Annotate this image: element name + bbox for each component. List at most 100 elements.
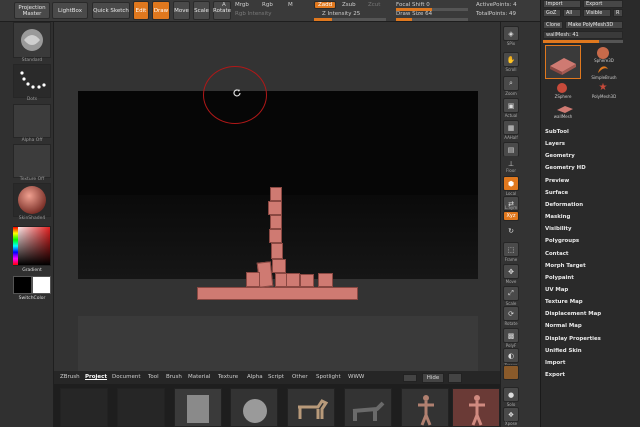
menu-item[interactable]: Visibility <box>545 226 571 232</box>
menu-item[interactable]: Import <box>545 360 565 366</box>
xpose-button[interactable]: ❖ <box>503 407 519 422</box>
menu-item[interactable]: Masking <box>545 214 570 220</box>
scroll-button[interactable]: ✋ <box>503 52 519 67</box>
m-button[interactable]: M <box>288 2 293 8</box>
tab-other[interactable]: Other <box>292 374 308 380</box>
zadd-button[interactable]: Zadd <box>314 1 336 9</box>
draw-size-track[interactable] <box>396 18 468 21</box>
tab-script[interactable]: Script <box>268 374 284 380</box>
menu-item[interactable]: Surface <box>545 190 568 196</box>
tab-tool[interactable]: Tool <box>148 374 159 380</box>
project-thumb-sphere[interactable] <box>230 388 278 427</box>
material-thumbnail[interactable] <box>13 183 51 217</box>
menu-item[interactable]: Geometry HD <box>545 165 586 171</box>
z-intensity-track[interactable] <box>314 18 386 21</box>
zcut-button[interactable]: Zcut <box>368 2 380 8</box>
project-thumb-empty[interactable] <box>60 388 108 427</box>
tab-brush[interactable]: Brush <box>166 374 182 380</box>
menu-item[interactable]: Preview <box>545 178 569 184</box>
menu-item[interactable]: Contact <box>545 251 568 257</box>
tab-document[interactable]: Document <box>112 374 141 380</box>
project-thumb-plane[interactable] <box>174 388 222 427</box>
lightbox-button[interactable]: LightBox <box>52 2 88 19</box>
clone-button[interactable]: Clone <box>543 21 563 29</box>
menu-item[interactable]: Unified Skin <box>545 348 582 354</box>
menu-item[interactable]: Polygroups <box>545 238 579 244</box>
color-picker[interactable] <box>13 226 51 266</box>
menu-item[interactable]: UV Map <box>545 287 568 293</box>
menu-item[interactable]: Normal Map <box>545 323 582 329</box>
polymesh-star-icon[interactable]: ★ <box>596 82 610 94</box>
local-button[interactable]: ⬢ <box>503 176 519 191</box>
draw-size-slider[interactable]: Draw Size 64 <box>396 11 432 17</box>
tab-texture[interactable]: Texture <box>218 374 238 380</box>
all-button[interactable]: All <box>563 9 581 17</box>
stroke-thumbnail[interactable] <box>13 64 51 98</box>
a-label[interactable]: A <box>222 2 226 8</box>
menu-item[interactable]: Export <box>545 372 565 378</box>
menu-item[interactable]: SubTool <box>545 129 569 135</box>
export-button[interactable]: Export <box>583 0 623 8</box>
tool-thumb-wallmesh-large[interactable] <box>545 45 581 79</box>
r-button[interactable]: R <box>613 9 623 17</box>
project-thumb-figure[interactable] <box>401 388 449 427</box>
zsphere-icon[interactable] <box>555 82 569 94</box>
rotate-view-button[interactable]: ⟳ <box>503 306 519 321</box>
projection-master-button[interactable]: Projection Master <box>14 2 50 19</box>
import-button[interactable]: Import <box>543 0 581 8</box>
mrgb-button[interactable]: Mrgb <box>235 2 249 8</box>
switch-color-label[interactable]: SwitchColor <box>13 296 51 301</box>
rotate-axis-icon[interactable]: ↻ <box>503 223 519 238</box>
aahalf-button[interactable]: ▦ <box>503 120 519 135</box>
move-button[interactable]: Move <box>173 1 190 20</box>
quick-sketch-button[interactable]: Quick Sketch <box>92 2 130 19</box>
menu-item[interactable]: Texture Map <box>545 299 583 305</box>
scale-button[interactable]: Scale <box>193 1 210 20</box>
project-thumb-dog[interactable] <box>287 388 335 427</box>
persp-button[interactable]: ▤ <box>503 142 519 157</box>
goz-button[interactable]: GoZ <box>543 9 561 17</box>
xyz-button[interactable]: Xyz <box>503 211 519 221</box>
hide-button[interactable]: Hide <box>422 373 444 383</box>
simplebrush-icon[interactable] <box>596 63 610 75</box>
secondary-color-swatch[interactable] <box>32 276 51 294</box>
alpha-thumbnail[interactable] <box>13 104 51 138</box>
current-tool-slider[interactable]: wallMesh: 41 <box>543 31 623 39</box>
draw-button[interactable]: Draw <box>152 1 170 20</box>
tab-zbrush[interactable]: ZBrush <box>60 374 80 380</box>
main-color-swatch[interactable] <box>13 276 32 294</box>
tab-material[interactable]: Material <box>188 374 210 380</box>
edit-button[interactable]: Edit <box>133 1 149 20</box>
hue-strip[interactable] <box>13 227 18 265</box>
project-thumb-empty[interactable] <box>117 388 165 427</box>
move-view-button[interactable]: ✥ <box>503 264 519 279</box>
tab-project[interactable]: Project <box>85 374 107 380</box>
tab-alpha[interactable]: Alpha <box>247 374 263 380</box>
transp-button[interactable]: ◐ <box>503 348 519 363</box>
project-thumb-animal[interactable] <box>344 388 392 427</box>
menu-item[interactable]: Display Properties <box>545 336 601 342</box>
zsub-button[interactable]: Zsub <box>342 2 356 8</box>
visible-button[interactable]: Visible <box>583 9 611 17</box>
menu-item[interactable]: Morph Target <box>545 263 586 269</box>
z-intensity-slider[interactable]: Z Intensity 25 <box>322 11 360 17</box>
make-polymesh-button[interactable]: Make PolyMesh3D <box>565 21 623 29</box>
menu-item[interactable]: Displacement Map <box>545 311 601 317</box>
actual-button[interactable]: ▣ <box>503 98 519 113</box>
frame-button[interactable]: ⬚ <box>503 242 519 257</box>
project-thumb-figure-red[interactable] <box>452 388 500 427</box>
current-tool-track[interactable] <box>543 40 623 43</box>
polyf-button[interactable]: ▩ <box>503 328 519 343</box>
rgb-intensity-slider[interactable]: Rgb Intensity <box>235 11 272 17</box>
gradient-label[interactable]: Gradient <box>13 268 51 273</box>
menu-item[interactable]: Polypaint <box>545 275 574 281</box>
bottom-toggle-button[interactable] <box>403 374 417 382</box>
menu-item[interactable]: Deformation <box>545 202 583 208</box>
rgb-button[interactable]: Rgb <box>262 2 273 8</box>
scale-view-button[interactable]: ⤢ <box>503 286 519 301</box>
menu-item[interactable]: Layers <box>545 141 565 147</box>
tab-spotlight[interactable]: Spotlight <box>316 374 341 380</box>
ghost-button[interactable] <box>503 365 519 380</box>
brush-thumbnail[interactable] <box>13 22 51 58</box>
solo-button[interactable]: ● <box>503 387 519 402</box>
